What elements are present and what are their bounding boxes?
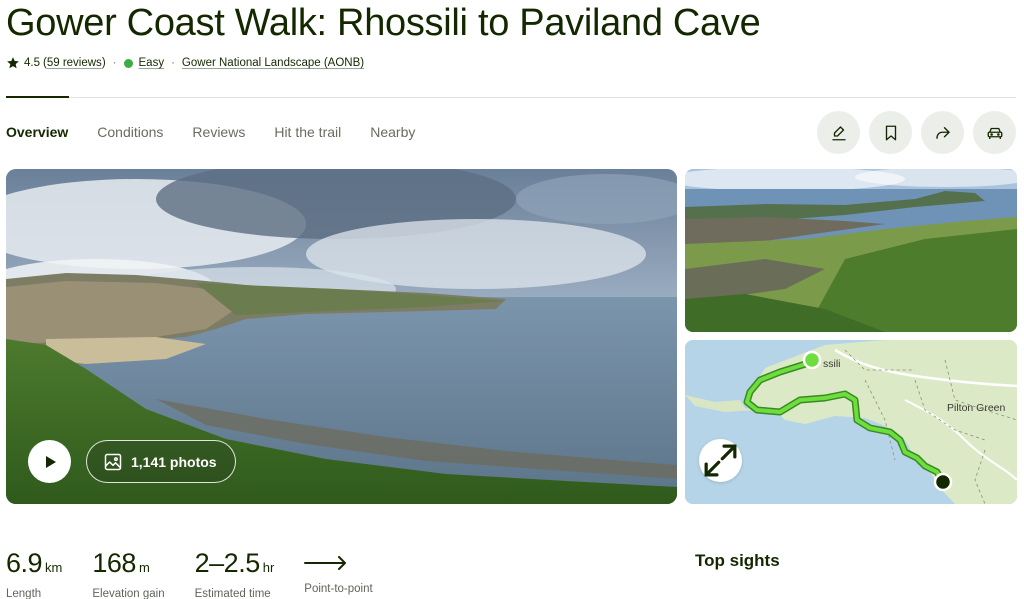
elevation-value: 168 [92, 548, 136, 578]
share-icon [935, 126, 950, 139]
tabs-divider [6, 97, 1016, 98]
trail-map[interactable]: ssili Pilton Green [685, 340, 1017, 504]
tab-reviews[interactable]: Reviews [192, 124, 245, 140]
map-place-label: Pilton Green [947, 402, 1006, 414]
photos-button[interactable]: 1,141 photos [86, 440, 236, 483]
play-button[interactable] [28, 440, 71, 483]
length-value: 6.9 [6, 548, 43, 578]
tab-nearby[interactable]: Nearby [370, 124, 415, 140]
gallery-icon [104, 453, 122, 470]
elevation-label: Elevation gain [92, 588, 165, 599]
trail-tabs: Overview Conditions Reviews Hit the trai… [6, 124, 444, 140]
rating-value: 4.5 [24, 57, 40, 69]
tab-conditions[interactable]: Conditions [97, 124, 163, 140]
hero-photo[interactable]: 1,141 photos [6, 169, 677, 504]
star-icon [7, 57, 19, 69]
difficulty-dot [123, 58, 133, 68]
arrow-right-icon [304, 556, 347, 570]
top-sights-heading: Top sights [695, 551, 780, 570]
share-button[interactable] [921, 111, 964, 154]
stat-time: 2–2.5 hr Estimated time [195, 547, 275, 599]
length-unit: km [45, 560, 63, 575]
thumbnail-photo[interactable] [685, 169, 1017, 332]
elevation-unit: m [138, 560, 150, 575]
directions-button[interactable] [973, 111, 1016, 154]
photos-count: 1,141 photos [131, 453, 217, 470]
trail-stats: 6.9 km Length 168 m Elevation gain 2–2.5 hr… [6, 547, 403, 599]
save-button[interactable] [869, 111, 912, 154]
expand-map-button[interactable] [699, 439, 742, 482]
reviews-link[interactable]: 59 reviews [47, 57, 102, 69]
time-label: Estimated time [194, 588, 271, 599]
edit-button[interactable] [817, 111, 860, 154]
length-label: Length [6, 588, 42, 599]
expand-icon [704, 444, 737, 477]
stat-route-type: Point-to-point [304, 547, 373, 599]
meta-separator: · [171, 57, 175, 69]
play-icon [45, 455, 56, 468]
area-link[interactable]: Gower National Landscape (AONB) [182, 57, 364, 69]
car-icon [987, 127, 1002, 139]
edit-icon [831, 125, 846, 140]
map-start-label: ssili [823, 358, 841, 370]
trail-title: Gower Coast Walk: Rhossili to Paviland C… [6, 2, 761, 44]
tab-overview[interactable]: Overview [6, 124, 68, 140]
meta-separator: · [112, 57, 117, 69]
time-unit: hr [262, 560, 275, 575]
trail-actions [817, 111, 1016, 154]
tab-hit-the-trail[interactable]: Hit the trail [274, 124, 341, 140]
bookmark-icon [885, 125, 896, 140]
active-tab-indicator [6, 96, 69, 98]
stat-length: 6.9 km Length [6, 547, 62, 599]
time-value: 2–2.5 [194, 548, 261, 578]
route-type-label: Point-to-point [304, 583, 373, 595]
headland-photo [685, 169, 1017, 332]
trail-meta: 4.5 (59 reviews) · Easy · Gower National… [6, 56, 364, 70]
stat-elevation: 168 m Elevation gain [92, 547, 164, 599]
difficulty-link[interactable]: Easy [139, 57, 165, 69]
